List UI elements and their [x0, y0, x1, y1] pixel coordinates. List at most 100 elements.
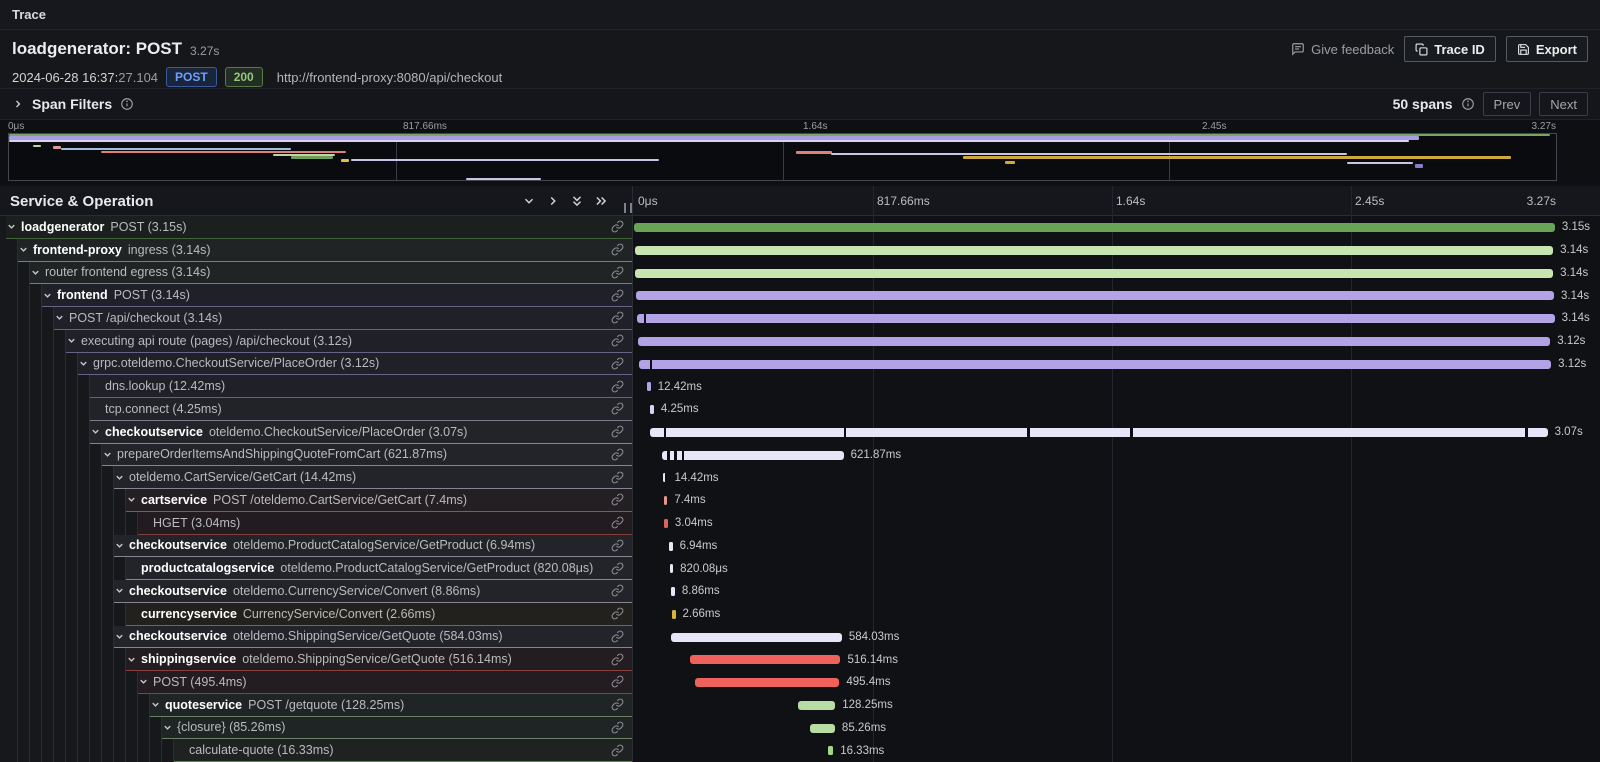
span-row-4[interactable]: frontendPOST (3.14s)3.14s — [0, 284, 1600, 307]
collapse-caret-icon[interactable] — [42, 290, 57, 301]
span-link-icon[interactable] — [611, 675, 624, 688]
span-link-icon[interactable] — [611, 425, 624, 438]
span-row-15[interactable]: checkoutserviceoteldemo.ProductCatalogSe… — [0, 535, 1600, 558]
info-icon[interactable] — [120, 97, 134, 111]
minimap-viewport[interactable] — [8, 133, 1557, 181]
span-link-icon[interactable] — [611, 311, 624, 324]
span-bar[interactable] — [650, 428, 1548, 437]
span-link-icon[interactable] — [611, 493, 624, 506]
span-link-icon[interactable] — [611, 266, 624, 279]
collapse-caret-icon[interactable] — [114, 540, 129, 551]
span-link-icon[interactable] — [611, 698, 624, 711]
span-row-1[interactable]: loadgeneratorPOST (3.15s)3.15s — [0, 216, 1600, 239]
span-bar[interactable] — [810, 724, 835, 733]
span-bar[interactable] — [639, 360, 1551, 369]
give-feedback-link[interactable]: Give feedback — [1291, 42, 1394, 57]
collapse-caret-icon[interactable] — [162, 722, 177, 733]
span-row-6[interactable]: executing api route (pages) /api/checkou… — [0, 330, 1600, 353]
next-span-button[interactable]: Next — [1539, 92, 1588, 116]
span-row-3[interactable]: router frontend egress (3.14s)3.14s — [0, 262, 1600, 285]
span-bar[interactable] — [650, 405, 654, 414]
span-link-icon[interactable] — [611, 471, 624, 484]
span-row-24[interactable]: calculate-quote (16.33ms)16.33ms — [0, 739, 1600, 762]
span-bar[interactable] — [638, 337, 1550, 346]
span-bar[interactable] — [635, 246, 1553, 255]
span-bar[interactable] — [690, 655, 841, 664]
collapse-caret-icon[interactable] — [66, 335, 81, 346]
collapse-caret-icon[interactable] — [114, 472, 129, 483]
span-bar[interactable] — [662, 451, 844, 460]
span-row-9[interactable]: tcp.connect (4.25ms)4.25ms — [0, 398, 1600, 421]
span-link-icon[interactable] — [611, 562, 624, 575]
span-link-icon[interactable] — [611, 380, 624, 393]
span-filters-toggle[interactable]: Span Filters — [12, 96, 134, 112]
span-row-5[interactable]: POST /api/checkout (3.14s)3.14s — [0, 307, 1600, 330]
collapse-caret-icon[interactable] — [78, 358, 93, 369]
collapse-caret-icon[interactable] — [126, 494, 141, 505]
span-row-11[interactable]: prepareOrderItemsAndShippingQuoteFromCar… — [0, 444, 1600, 467]
prev-span-button[interactable]: Prev — [1483, 92, 1532, 116]
span-link-icon[interactable] — [611, 721, 624, 734]
span-row-16[interactable]: productcatalogserviceoteldemo.ProductCat… — [0, 557, 1600, 580]
column-resize-handle[interactable] — [624, 203, 632, 213]
span-bar[interactable] — [635, 269, 1553, 278]
collapse-caret-icon[interactable] — [114, 585, 129, 596]
span-row-17[interactable]: checkoutserviceoteldemo.CurrencyService/… — [0, 580, 1600, 603]
span-row-13[interactable]: cartservicePOST /oteldemo.CartService/Ge… — [0, 489, 1600, 512]
span-row-7[interactable]: grpc.oteldemo.CheckoutService/PlaceOrder… — [0, 353, 1600, 376]
span-link-icon[interactable] — [611, 607, 624, 620]
collapse-caret-icon[interactable] — [102, 449, 117, 460]
span-row-22[interactable]: quoteservicePOST /getquote (128.25ms)128… — [0, 694, 1600, 717]
collapse-caret-icon[interactable] — [138, 676, 153, 687]
collapse-all-icon[interactable] — [570, 194, 584, 208]
span-bar[interactable] — [671, 587, 675, 596]
span-link-icon[interactable] — [611, 539, 624, 552]
span-bar[interactable] — [671, 633, 842, 642]
span-bar[interactable] — [647, 382, 651, 391]
collapse-caret-icon[interactable] — [54, 312, 69, 323]
expand-all-icon[interactable] — [594, 194, 608, 208]
span-bar[interactable] — [634, 223, 1555, 232]
span-bar[interactable] — [670, 564, 674, 573]
expand-one-icon[interactable] — [546, 194, 560, 208]
collapse-caret-icon[interactable] — [30, 267, 45, 278]
span-row-10[interactable]: checkoutserviceoteldemo.CheckoutService/… — [0, 421, 1600, 444]
export-button[interactable]: Export — [1506, 36, 1588, 62]
span-row-12[interactable]: oteldemo.CartService/GetCart (14.42ms)14… — [0, 466, 1600, 489]
span-bar[interactable] — [637, 314, 1555, 323]
span-row-23[interactable]: {closure} (85.26ms)85.26ms — [0, 717, 1600, 740]
span-bar[interactable] — [669, 542, 673, 551]
span-row-21[interactable]: POST (495.4ms)495.4ms — [0, 671, 1600, 694]
span-link-icon[interactable] — [611, 630, 624, 643]
collapse-caret-icon[interactable] — [150, 699, 165, 710]
span-row-18[interactable]: currencyserviceCurrencyService/Convert (… — [0, 603, 1600, 626]
span-bar[interactable] — [664, 519, 668, 528]
collapse-caret-icon[interactable] — [6, 221, 21, 232]
span-row-19[interactable]: checkoutserviceoteldemo.ShippingService/… — [0, 626, 1600, 649]
span-row-8[interactable]: dns.lookup (12.42ms)12.42ms — [0, 375, 1600, 398]
collapse-caret-icon[interactable] — [126, 654, 141, 665]
span-bar[interactable] — [695, 678, 840, 687]
span-link-icon[interactable] — [611, 220, 624, 233]
span-link-icon[interactable] — [611, 584, 624, 597]
span-bar[interactable] — [663, 473, 667, 482]
span-link-icon[interactable] — [611, 516, 624, 529]
span-bar[interactable] — [636, 291, 1554, 300]
collapse-one-icon[interactable] — [522, 194, 536, 208]
span-row-20[interactable]: shippingserviceoteldemo.ShippingService/… — [0, 648, 1600, 671]
span-link-icon[interactable] — [611, 289, 624, 302]
trace-id-button[interactable]: Trace ID — [1404, 36, 1496, 62]
span-row-2[interactable]: frontend-proxyingress (3.14s)3.14s — [0, 239, 1600, 262]
span-link-icon[interactable] — [611, 334, 624, 347]
span-row-14[interactable]: HGET (3.04ms)3.04ms — [0, 512, 1600, 535]
span-bar[interactable] — [672, 610, 676, 619]
span-link-icon[interactable] — [611, 402, 624, 415]
span-bar[interactable] — [828, 746, 833, 755]
span-link-icon[interactable] — [611, 357, 624, 370]
collapse-caret-icon[interactable] — [18, 244, 33, 255]
collapse-caret-icon[interactable] — [114, 631, 129, 642]
info-icon[interactable] — [1461, 97, 1475, 111]
collapse-caret-icon[interactable] — [90, 426, 105, 437]
span-link-icon[interactable] — [611, 448, 624, 461]
span-link-icon[interactable] — [611, 744, 624, 757]
